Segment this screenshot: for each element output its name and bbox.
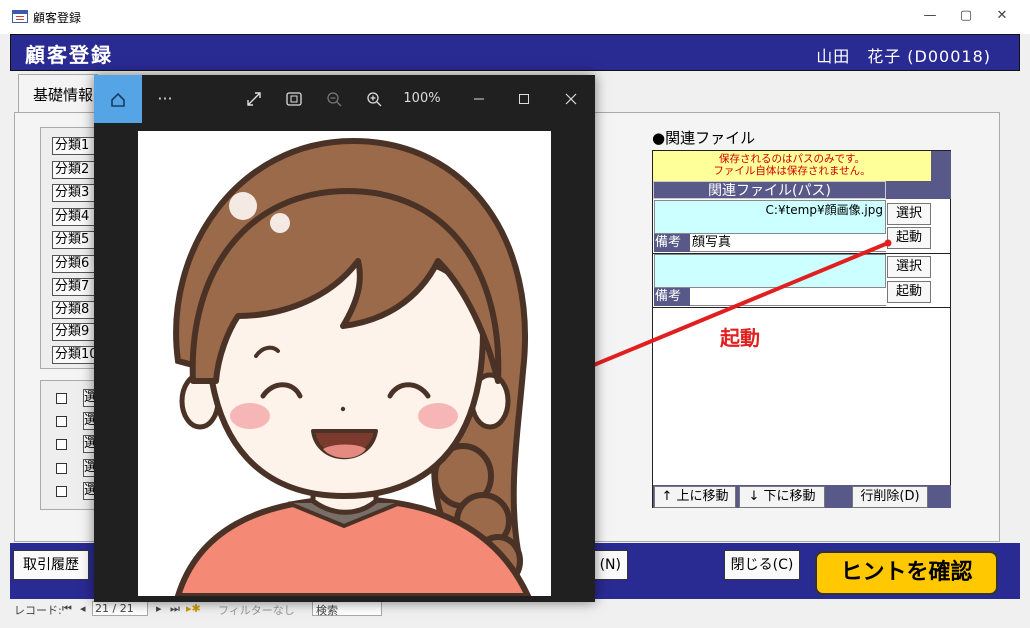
category-label: 分類5 (52, 231, 96, 249)
move-up-button[interactable]: ↑ 上に移動 (654, 486, 736, 508)
related-files-title: ●関連ファイル (652, 129, 756, 147)
prev-record-icon[interactable]: ◂ (80, 602, 86, 615)
form-title: 顧客登録 (25, 43, 113, 67)
form-header: 顧客登録 山田 花子 (D00018) (10, 34, 1020, 71)
selection-checkbox[interactable] (56, 439, 67, 450)
select-file-button[interactable]: 選択 (887, 203, 931, 225)
fit-window-button[interactable] (279, 75, 309, 123)
select-file-button[interactable]: 選択 (887, 256, 931, 278)
zoom-out-button[interactable] (319, 75, 349, 123)
zoom-in-icon (367, 91, 382, 106)
transaction-history-button[interactable]: 取引履歴 (13, 550, 89, 580)
more-options-button[interactable]: ··· (150, 75, 180, 123)
zoom-in-button[interactable] (359, 75, 389, 123)
fit-icon (286, 91, 302, 106)
record-label: レコード: (14, 604, 62, 617)
memo-field[interactable]: 顔写真 (690, 234, 886, 252)
launch-annotation: 起動 (720, 326, 760, 350)
fullscreen-button[interactable] (239, 75, 269, 123)
close-icon (565, 93, 577, 104)
viewer-minimize-button[interactable] (464, 75, 494, 123)
form-icon (12, 10, 28, 23)
delete-row-button[interactable]: 行削除(D) (852, 486, 928, 508)
customer-name: 山田 花子 (D00018) (816, 47, 991, 66)
column-header-path: 関連ファイル(パス) (653, 181, 886, 199)
maximize-icon (519, 93, 529, 104)
category-label: 分類9 (52, 323, 96, 341)
category-label: 分類7 (52, 278, 96, 296)
launch-file-button[interactable]: 起動 (887, 281, 931, 303)
hint-button[interactable]: ヒントを確認 (815, 551, 998, 595)
selection-checkbox[interactable] (56, 463, 67, 474)
category-label: 分類8 (52, 301, 96, 319)
photo-viewer-window: ··· 100% (94, 75, 595, 602)
last-record-icon[interactable]: ⏭ (170, 602, 180, 616)
new-record-icon[interactable]: ▸✱ (186, 602, 201, 615)
memo-field[interactable] (690, 288, 886, 306)
category-label: 分類10 (52, 346, 96, 364)
header-filler (931, 151, 951, 181)
home-icon (111, 92, 125, 107)
viewer-maximize-button[interactable] (509, 75, 539, 123)
zoom-out-icon (327, 91, 342, 106)
woman-portrait-illustration (173, 137, 532, 596)
window-title: 顧客登録 (33, 11, 82, 25)
memo-label: 備考 (654, 288, 690, 306)
expand-icon (247, 91, 261, 106)
category-label: 分類2 (52, 161, 96, 179)
home-button[interactable] (94, 75, 142, 123)
selection-checkbox[interactable] (56, 486, 67, 497)
search-field[interactable]: 検索 (312, 601, 382, 617)
row-divider (653, 307, 951, 308)
minimize-icon (474, 98, 484, 99)
window-titlebar: 顧客登録 — ▢ ✕ (0, 0, 1030, 34)
filter-status[interactable]: フィルターなし (218, 602, 295, 618)
launch-file-button[interactable]: 起動 (887, 227, 931, 249)
file-path-field[interactable]: C:¥temp¥顔画像.jpg (654, 200, 886, 234)
record-navigation-bar: レコード: ⏮ ◂ 21 / 21 ▸ ⏭ ▸✱ フィルターなし 検索 (10, 600, 1020, 618)
category-label: 分類3 (52, 184, 96, 202)
zoom-level[interactable]: 100% (399, 75, 445, 123)
category-label: 分類4 (52, 208, 96, 226)
memo-label: 備考 (654, 234, 690, 252)
tab-basic-info[interactable]: 基礎情報 (18, 74, 98, 112)
category-label: 分類6 (52, 255, 96, 273)
column-header-bar: 関連ファイル(パス) (653, 181, 951, 199)
move-down-button[interactable]: ↓ 下に移動 (739, 486, 825, 508)
next-record-icon[interactable]: ▸ (156, 602, 162, 615)
close-window-button[interactable]: ✕ (992, 8, 1012, 26)
first-record-icon[interactable]: ⏮ (62, 602, 72, 616)
photo-canvas (138, 131, 551, 596)
record-position-field[interactable]: 21 / 21 (92, 601, 148, 616)
related-files-subform: 保存されるのはパスのみです。 ファイル自体は保存されません。 関連ファイル(パス… (652, 150, 951, 508)
warning-line: ファイル自体は保存されません。 (713, 165, 871, 177)
maximize-button[interactable]: ▢ (956, 8, 976, 26)
subform-footer: ↑ 上に移動 ↓ 下に移動 行削除(D) (653, 485, 951, 508)
close-form-button[interactable]: 閉じる(C) (724, 550, 800, 580)
selection-checkbox[interactable] (56, 393, 67, 404)
viewer-close-button[interactable] (556, 75, 586, 123)
warning-line: 保存されるのはパスのみです。 (719, 153, 865, 165)
minimize-button[interactable]: — (920, 8, 940, 26)
selection-checkbox[interactable] (56, 416, 67, 427)
path-warning: 保存されるのはパスのみです。 ファイル自体は保存されません。 (653, 151, 931, 181)
category-label: 分類1 (52, 137, 96, 155)
file-path-field[interactable] (654, 254, 886, 288)
